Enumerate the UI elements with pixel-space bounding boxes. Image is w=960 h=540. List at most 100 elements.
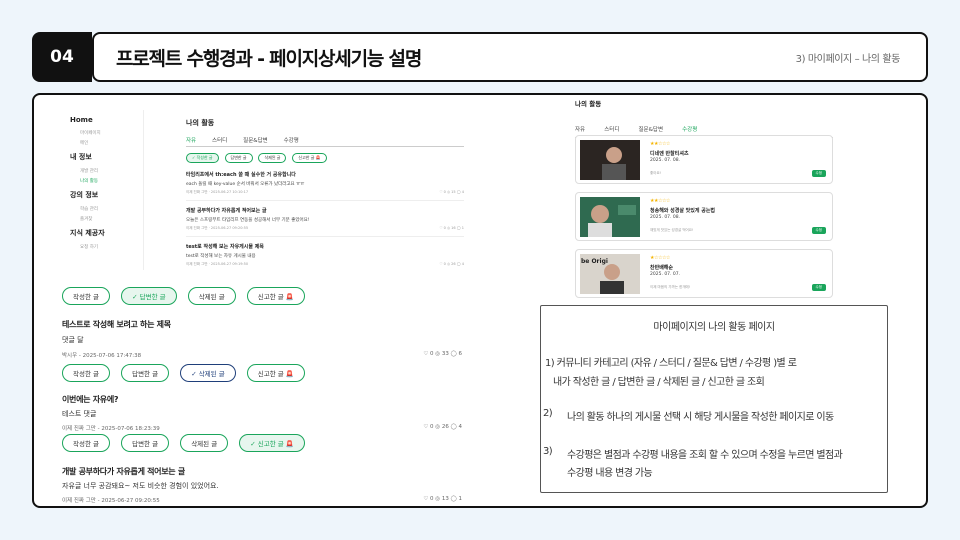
list-item[interactable]: 테스트로 작성해 보려고 하는 제목 댓글 달 박시우 - 2025-07-06… — [62, 319, 462, 359]
description-line: 내가 작성한 글 / 답변한 글 / 삭제된 글 / 신고한 글 조회 — [553, 377, 765, 388]
post-stats: ♡ 0 ◎ 33 ◯ 6 — [423, 351, 462, 357]
activity-heading: 나의 활동 — [186, 119, 215, 127]
list-item[interactable]: 개발 공부하다가 자유롭게 적어보는 글 자유글 너무 공감돼요~ 저도 비슷한… — [62, 466, 462, 504]
post-body: 댓글 달 — [62, 336, 84, 344]
sidebar: Home 마이페이지 메인 내 정보 개발 관리 나의 활동 강의 정보 학습 … — [70, 113, 140, 250]
filter-group-reported: 작성한 글 답변한 글 삭제된 글 ✓ 신고한 글 🚨 개발 공부하다가 자유롭… — [62, 431, 462, 504]
list-item[interactable]: 개발 공부하다가 자유롭게 적어보는 글 오늘은 스프링부트 타임리프 연동을 … — [186, 207, 464, 231]
filter-answered[interactable]: 답변한 글 — [224, 153, 253, 163]
post-title: 개발 공부하다가 자유롭게 적어보는 글 — [62, 467, 185, 476]
pill-written[interactable]: 작성한 글 — [62, 364, 110, 382]
post-title: 이번에는 자유에? — [62, 395, 119, 404]
course-title: 청송해와 성경살 맛있게 공는법 — [650, 208, 716, 214]
header-bar: 프로젝트 수행경과 - 페이지상세기능 설명 3) 마이페이지 – 나의 활동 — [92, 32, 928, 82]
list-item[interactable]: 타임리프에서 th:each 쓸 때 실수한 거 공유합니다 each 돌릴 때… — [186, 171, 464, 195]
post-meta: 이제 진짜 그만 - 2025-06-27 09:20:55 ♡ 0 ◎ 13 ◯… — [62, 496, 462, 504]
person-image-icon — [580, 140, 640, 180]
post-body: 자유글 너무 공감돼요~ 저도 비슷한 경험이 있었어요. — [62, 482, 219, 490]
pill-answered[interactable]: ✓ 답변한 글 — [121, 287, 177, 305]
activity-preview: 나의 활동 자유 스터디 질문&답변 수강평 ✓ 작성한 글 답변한 글 삭제된… — [186, 118, 464, 267]
course-title: 찬반배해순 — [650, 265, 674, 271]
tab-qna[interactable]: 질문&답변 — [243, 136, 268, 144]
pill-answered[interactable]: 답변한 글 — [121, 434, 170, 452]
review-heading: 나의 활동 — [575, 100, 602, 108]
post-title: 개발 공부하다가 자유롭게 적어보는 글 — [186, 208, 267, 214]
page-title: 프로젝트 수행경과 - 페이지상세기능 설명 — [116, 47, 422, 70]
divider — [186, 200, 464, 201]
tab-study[interactable]: 스터디 — [212, 136, 227, 144]
list-item[interactable]: 이번에는 자유에? 테스트 댓글 이제 진짜 그만 - 2025-07-06 1… — [62, 394, 462, 432]
filter-reported[interactable]: 신고한 글 🚨 — [292, 153, 327, 163]
review-card[interactable]: ★★☆☆☆ 청송해와 성경살 맛있게 공는법 2025. 07. 08. 재밌게… — [575, 192, 833, 241]
description-line: 수강평은 별점과 수강평 내용을 조회 할 수 있으며 수정을 누르면 별점과 — [567, 450, 843, 461]
sidebar-item[interactable]: 메인 — [80, 140, 140, 146]
review-card[interactable]: ★★☆☆☆ 디네엔 반찰티셔츠 2025. 07. 08. 좋아요! 수정 — [575, 135, 833, 184]
pill-deleted[interactable]: 삭제된 글 — [187, 287, 236, 305]
pill-deleted[interactable]: ✓ 삭제된 글 — [180, 364, 236, 382]
edit-button[interactable]: 수정 — [811, 284, 826, 291]
description-line: 3) — [543, 446, 553, 457]
star-rating: ★★☆☆☆ — [650, 141, 670, 147]
filter-pills: 작성한 글 ✓ 답변한 글 삭제된 글 신고한 글 🚨 — [62, 284, 462, 305]
sidebar-item[interactable]: 요청 하기 — [80, 244, 140, 250]
filter-deleted[interactable]: 삭제된 글 — [258, 153, 287, 163]
edit-button[interactable]: 수정 — [811, 170, 826, 177]
edit-button[interactable]: 수정 — [811, 227, 826, 234]
post-meta: 박시우 - 2025-07-06 17:47:38 ♡ 0 ◎ 33 ◯ 6 — [62, 351, 462, 359]
pill-answered[interactable]: 답변한 글 — [121, 364, 170, 382]
course-thumbnail — [580, 140, 640, 180]
sidebar-heading-home[interactable]: Home — [70, 116, 140, 124]
review-date: 2025. 07. 07. — [650, 272, 681, 277]
review-text: 재밌게 맛있는 성경살 먹어요! — [650, 228, 694, 232]
post-author-date: 이제 진짜 그만 - 2025-06-27 09:20:55 — [62, 498, 160, 504]
sidebar-heading-provider[interactable]: 지식 제공자 — [70, 228, 140, 238]
sidebar-heading-info[interactable]: 내 정보 — [70, 152, 140, 162]
pill-reported[interactable]: 신고한 글 🚨 — [246, 364, 305, 382]
review-date: 2025. 07. 08. — [650, 158, 681, 163]
tab-study[interactable]: 스터디 — [604, 125, 619, 133]
tab-review[interactable]: 수강평 — [682, 125, 697, 133]
tab-free[interactable]: 자유 — [575, 125, 585, 133]
description-line: 1) 커뮤니티 카테고리 (자유 / 스터디 / 질문& 답변 / 수강평 )별… — [545, 358, 797, 369]
post-author-date: 이제 진짜 그만 · 2025-06-27 10:10:17 — [186, 190, 249, 194]
sidebar-item[interactable]: 마이페이지 — [80, 130, 140, 136]
tab-review[interactable]: 수강평 — [284, 136, 299, 144]
post-author-date: 이제 진짜 그만 · 2025-06-27 09:19:50 — [186, 262, 249, 266]
post-body: 테스트 댓글 — [62, 410, 97, 418]
sidebar-item[interactable]: 개발 관리 — [80, 168, 140, 174]
description-line: 2) — [543, 408, 553, 419]
post-stats: ♡ 0 ◎ 15 ◯ 4 — [439, 190, 464, 194]
pill-reported[interactable]: 신고한 글 🚨 — [246, 287, 305, 305]
sidebar-item-my-activity[interactable]: 나의 활동 — [80, 178, 140, 184]
post-title: 테스트로 작성해 보려고 하는 제목 — [62, 320, 171, 329]
filter-written[interactable]: ✓ 작성한 글 — [186, 153, 219, 163]
post-meta: 이제 진짜 그만 · 2025-06-27 09:20:55 ♡ 0 ◎ 16 ◯… — [186, 226, 464, 231]
page-subtitle: 3) 마이페이지 – 나의 활동 — [795, 53, 901, 65]
post-body: each 돌릴 때 key-value 순서 바꿔서 오류가 났더라고요 ㅠㅠ — [186, 182, 305, 187]
sidebar-item[interactable]: 학습 관리 — [80, 206, 140, 212]
pill-written[interactable]: 작성한 글 — [62, 434, 110, 452]
filter-group-deleted: 작성한 글 답변한 글 ✓ 삭제된 글 신고한 글 🚨 이번에는 자유에? 테스… — [62, 361, 462, 432]
post-stats: ♡ 0 ◎ 26 ◯ 4 — [439, 262, 464, 266]
pill-deleted[interactable]: 삭제된 글 — [180, 434, 229, 452]
tab-free[interactable]: 자유 — [186, 136, 196, 144]
sidebar-item[interactable]: 즐겨찾 — [80, 216, 140, 222]
course-title: 디네엔 반찰티셔츠 — [650, 151, 689, 157]
pill-reported[interactable]: ✓ 신고한 글 🚨 — [239, 434, 305, 452]
pill-written[interactable]: 작성한 글 — [62, 287, 110, 305]
post-body: 오늘은 스프링부트 타임리프 연동을 성공해서 너무 기분 좋았어요! — [186, 218, 310, 223]
post-title: test로 작성해 보는 자유게시물 제목 — [186, 244, 264, 250]
list-item[interactable]: test로 작성해 보는 자유게시물 제목 test로 작성해 보는 자유 게시… — [186, 243, 464, 267]
divider — [186, 236, 464, 237]
review-panel: 나의 활동 자유 스터디 질문&답변 수강평 — [575, 98, 833, 138]
review-card[interactable]: be Origi ★☆☆☆☆ 찬반배해순 2025. 07. 07. 이제 마음… — [575, 249, 833, 298]
sidebar-heading-course[interactable]: 강의 정보 — [70, 190, 140, 200]
filter-row: ✓ 작성한 글 답변한 글 삭제된 글 신고한 글 🚨 — [186, 153, 464, 163]
activity-tabs: 자유 스터디 질문&답변 수강평 — [186, 136, 464, 147]
tab-qna[interactable]: 질문&답변 — [639, 125, 664, 133]
review-text: 이제 마음의 가까는 한개에! — [650, 285, 691, 289]
filter-group-answered: 작성한 글 ✓ 답변한 글 삭제된 글 신고한 글 🚨 테스트로 작성해 보려고… — [62, 284, 462, 359]
post-body: test로 작성해 보는 자유 게시물 내용 — [186, 254, 256, 259]
post-author-date: 이제 진짜 그만 · 2025-06-27 09:20:55 — [186, 226, 249, 230]
post-author-date: 박시우 - 2025-07-06 17:47:38 — [62, 353, 142, 359]
